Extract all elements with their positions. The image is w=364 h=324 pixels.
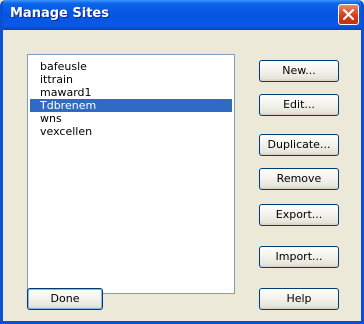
export-button[interactable]: Export... [259,204,339,226]
close-button[interactable] [338,4,359,25]
done-button[interactable]: Done [27,288,103,310]
help-button[interactable]: Help [259,288,339,310]
new-button[interactable]: New... [259,60,339,82]
site-list-item[interactable]: bafeusle [30,60,232,73]
manage-sites-dialog: Manage Sites bafeusle ittrain maward1 Td… [0,0,364,324]
site-list-item-selected[interactable]: Tdbrenem [30,99,232,112]
title-bar[interactable]: Manage Sites [3,0,361,30]
window-title: Manage Sites [10,6,109,21]
site-list-item[interactable]: ittrain [30,73,232,86]
site-list-item[interactable]: wns [30,112,232,125]
site-list-item[interactable]: maward1 [30,86,232,99]
site-list-item[interactable]: vexcellen [30,125,232,138]
duplicate-button[interactable]: Duplicate... [259,134,339,156]
edit-button[interactable]: Edit... [259,94,339,116]
import-button[interactable]: Import... [259,246,339,268]
dialog-body: bafeusle ittrain maward1 Tdbrenem wns ve… [3,30,361,321]
sites-list[interactable]: bafeusle ittrain maward1 Tdbrenem wns ve… [27,54,235,294]
close-icon [343,9,354,20]
remove-button[interactable]: Remove [259,168,339,190]
